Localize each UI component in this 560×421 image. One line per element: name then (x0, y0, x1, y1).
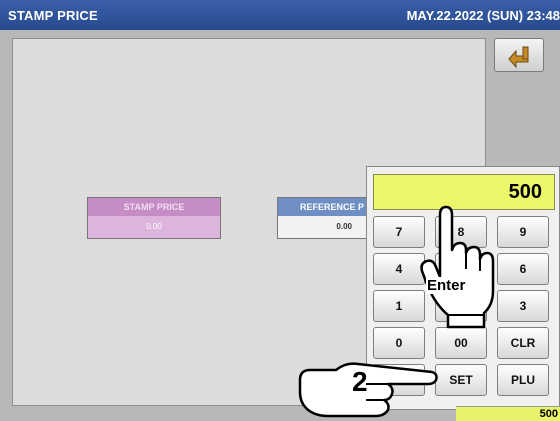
key-6[interactable]: 6 (497, 253, 549, 285)
datetime-display: MAY.22.2022 (SUN) 23:48 (406, 8, 560, 23)
plu-button[interactable]: PLU (497, 364, 549, 396)
screen-title: STAMP PRICE (8, 8, 98, 23)
key-0[interactable]: 0 (373, 327, 425, 359)
reference-price-field[interactable]: REFERENCE P 0.00 (277, 197, 377, 239)
key-00[interactable]: 00 (435, 327, 487, 359)
stamp-price-field[interactable]: STAMP PRICE 0.00 (87, 197, 221, 239)
reference-price-label: REFERENCE P (278, 198, 376, 216)
status-value-bar: 500 (456, 406, 560, 421)
return-arrow-icon (508, 46, 529, 69)
enter-callout-label: Enter (426, 277, 467, 294)
key-3[interactable]: 3 (497, 290, 549, 322)
title-bar: STAMP PRICE MAY.22.2022 (SUN) 23:48 (0, 0, 560, 30)
set-button[interactable]: SET (435, 364, 487, 396)
stamp-price-label: STAMP PRICE (88, 198, 220, 216)
stamp-price-value: 0.00 (88, 216, 220, 238)
reference-price-value: 0.00 (278, 216, 376, 238)
clear-button[interactable]: CLR (497, 327, 549, 359)
key-9[interactable]: 9 (497, 216, 549, 248)
back-button[interactable] (494, 38, 544, 72)
step-number-label: 2 (352, 366, 368, 397)
pointing-hand-icon (298, 362, 438, 418)
tap-hand-icon (420, 205, 495, 329)
